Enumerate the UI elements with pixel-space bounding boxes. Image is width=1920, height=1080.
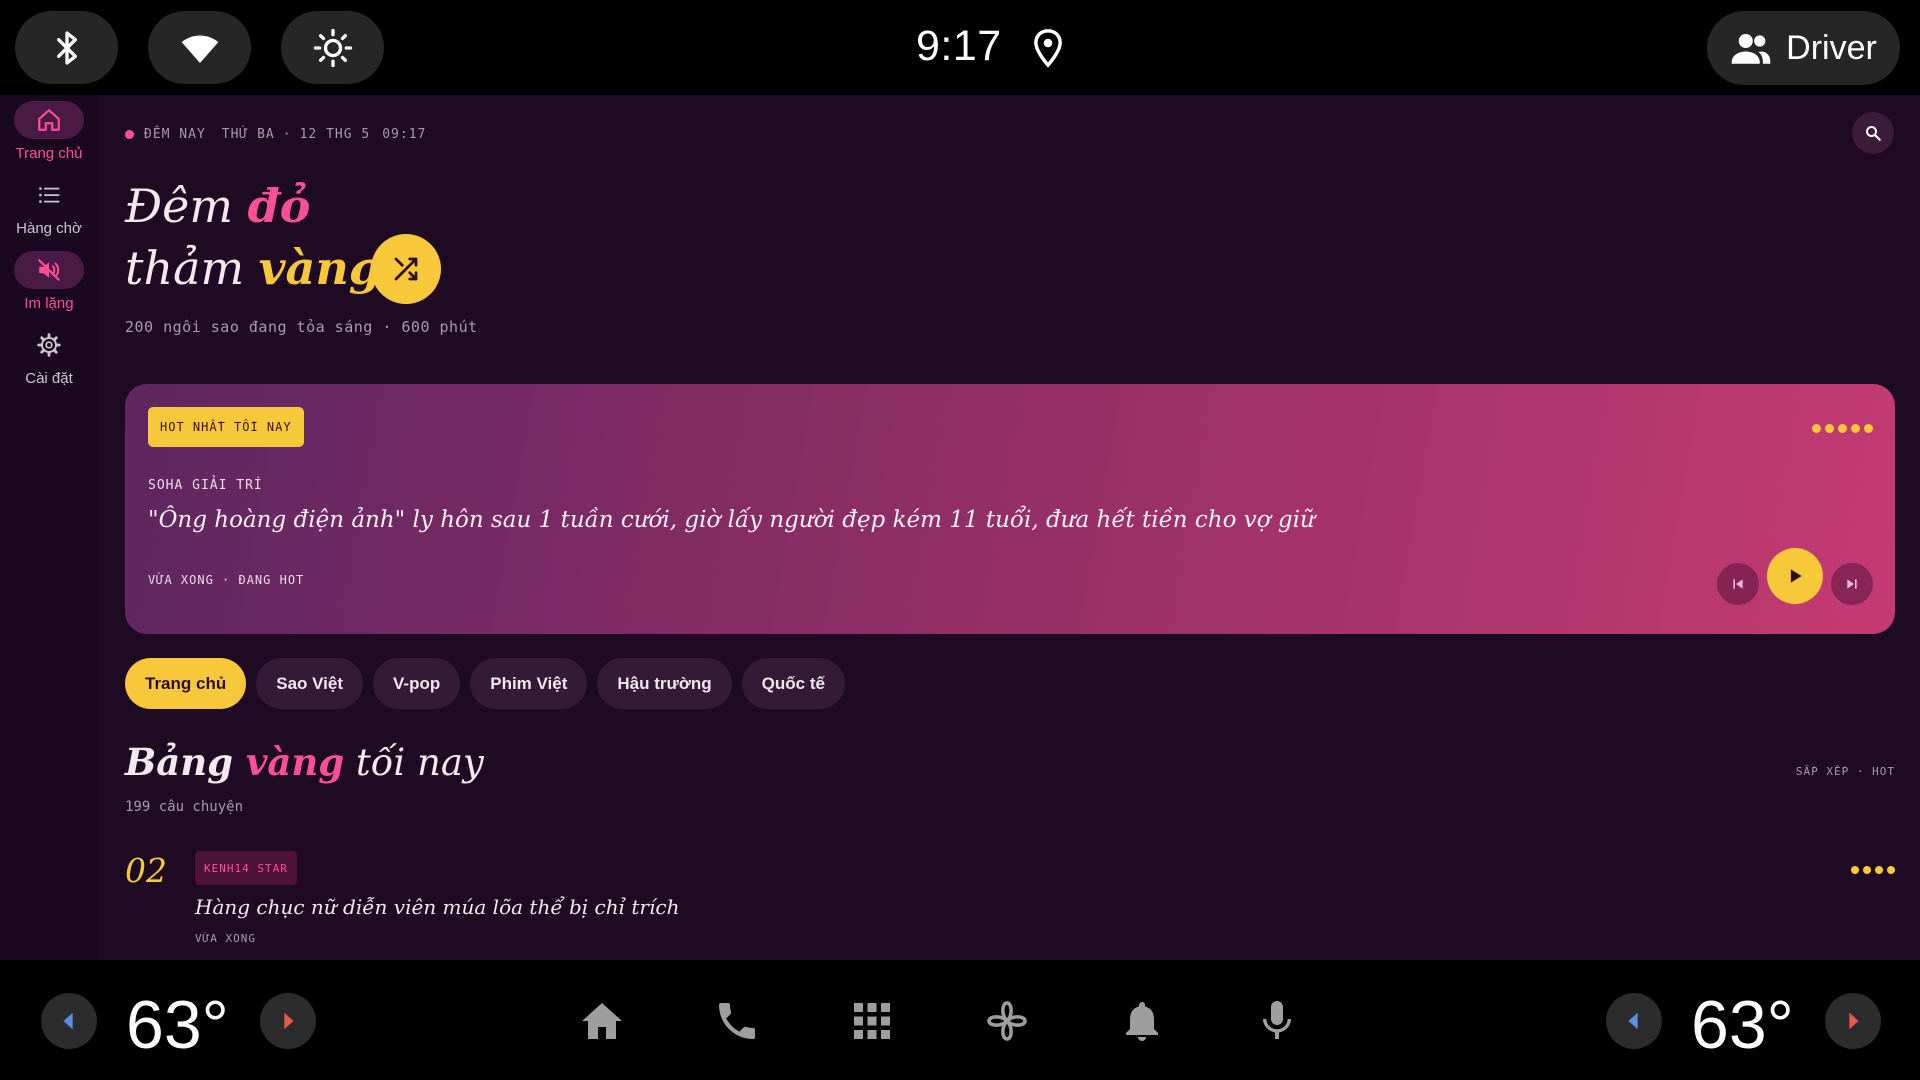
featured-story-card[interactable]: HOT NHẤT TỐI NAY SOHA GIẢI TRÍ "Ông hoàn…	[125, 384, 1895, 634]
list-item-title: Hàng chục nữ diễn viên múa lõa thể bị ch…	[195, 895, 680, 919]
dock-apps-button[interactable]	[844, 993, 900, 1049]
status-clock: 9:17	[916, 22, 1002, 70]
brightness-icon	[313, 28, 352, 67]
featured-meta: VỪA XONG · ĐANG HOT	[148, 573, 305, 587]
location-pin-icon	[1034, 29, 1062, 68]
date-line: ĐÊM NAY THỨ BA · 12 THG 5 09:17	[125, 127, 426, 142]
home-icon	[38, 109, 60, 131]
system-bottom-bar: 63° 63°	[0, 960, 1920, 1080]
hero-line2-b: vàng	[258, 241, 381, 295]
hero-line2-a: thảm	[125, 241, 259, 295]
right-temp-up-button[interactable]	[1825, 993, 1881, 1049]
hero-subtitle: 200 ngôi sao đang tỏa sáng · 600 phút	[125, 318, 478, 336]
right-temperature: 63°	[1691, 987, 1794, 1063]
mute-icon	[38, 259, 60, 281]
shuffle-icon	[394, 257, 418, 281]
hero-line1-a: Đêm	[125, 179, 248, 233]
chip-quoc-te[interactable]: Quốc tế	[741, 658, 845, 709]
left-temp-up-button[interactable]	[260, 993, 316, 1049]
hero-title: Đêm đỏ thảm vàng	[125, 175, 381, 299]
list-item[interactable]: 02 KENH14 STAR Hàng chục nữ diễn viên mú…	[125, 851, 1895, 951]
list-item-source: KENH14 STAR	[195, 851, 297, 885]
dock-fan-button[interactable]	[979, 993, 1035, 1049]
play-icon	[1790, 569, 1802, 583]
list-item-rank: 02	[125, 851, 167, 890]
nav-label-home: Trang chủ	[15, 145, 83, 162]
date-separator: ·	[282, 127, 292, 142]
media-app: Trang chủ Hàng chờ Im lặng Cài đặt ĐÊM N…	[0, 95, 1920, 960]
live-dot	[125, 130, 134, 139]
section-title-c: tối nay	[344, 741, 484, 784]
dock-phone-button[interactable]	[709, 993, 765, 1049]
chevron-right-icon	[284, 1012, 294, 1030]
live-label: ĐÊM NAY	[144, 127, 206, 142]
featured-headline: "Ông hoàng điện ảnh" ly hôn sau 1 tuần c…	[148, 507, 1315, 533]
skip-previous-button[interactable]	[1717, 563, 1759, 605]
chip-hau-truong[interactable]: Hậu trường	[597, 658, 732, 709]
status-bar: 9:17 Driver	[0, 0, 1920, 95]
dock-home-button[interactable]	[574, 993, 630, 1049]
brightness-button[interactable]	[281, 11, 384, 84]
date-label: 12 THG 5	[299, 127, 371, 142]
phone-icon	[719, 1003, 755, 1039]
chip-sao-viet[interactable]: Sao Việt	[256, 658, 364, 709]
dock-notifications-button[interactable]	[1114, 993, 1170, 1049]
section-title-a: Bảng	[125, 740, 246, 784]
search-icon	[1866, 126, 1881, 141]
skip-next-icon	[1847, 579, 1857, 589]
time-label: 09:17	[382, 127, 427, 142]
skip-previous-icon	[1733, 579, 1743, 589]
featured-badge: HOT NHẤT TỐI NAY	[148, 407, 304, 447]
nav-label-settings: Cài đặt	[25, 370, 73, 387]
nav-label-queue: Hàng chờ	[16, 220, 82, 237]
people-icon	[1731, 34, 1771, 64]
day-label: THỨ BA	[221, 127, 275, 142]
driver-label: Driver	[1786, 28, 1877, 67]
featured-rating-dots	[1812, 424, 1873, 433]
search-button[interactable]	[1852, 112, 1894, 154]
chevron-left-icon	[63, 1012, 73, 1030]
wifi-icon	[181, 35, 218, 63]
featured-source: SOHA GIẢI TRÍ	[148, 478, 263, 493]
fan-icon	[987, 1001, 1027, 1041]
main-content: ĐÊM NAY THỨ BA · 12 THG 5 09:17 Đêm đỏ t…	[125, 95, 1895, 960]
nav-label-mute: Im lặng	[24, 295, 74, 312]
right-temp-down-button[interactable]	[1606, 993, 1662, 1049]
play-button[interactable]	[1767, 548, 1823, 604]
shuffle-button[interactable]	[371, 234, 441, 304]
nav-item-home[interactable]: Trang chủ	[0, 101, 98, 162]
bell-icon	[1126, 1002, 1158, 1041]
section-title: Bảng vàng tối nay	[125, 740, 484, 784]
nav-rail: Trang chủ Hàng chờ Im lặng Cài đặt	[0, 95, 98, 960]
dock-voice-button[interactable]	[1249, 993, 1305, 1049]
chevron-left-icon	[1628, 1012, 1638, 1030]
queue-list-icon	[39, 187, 60, 203]
chip-trang-chu[interactable]: Trang chủ	[125, 658, 247, 709]
category-chips: Trang chủ Sao Việt V-pop Phim Việt Hậu t…	[125, 658, 845, 709]
chip-vpop[interactable]: V-pop	[373, 658, 461, 709]
bluetooth-button[interactable]	[15, 11, 118, 84]
home-icon	[582, 1003, 622, 1039]
hero-line1-b: đỏ	[247, 179, 311, 233]
section-title-b: vàng	[245, 740, 345, 784]
nav-item-queue[interactable]: Hàng chờ	[0, 176, 98, 237]
microphone-icon	[1263, 1001, 1291, 1039]
driver-profile-button[interactable]: Driver	[1707, 11, 1900, 85]
list-item-rating-dots	[1851, 866, 1895, 874]
settings-gear-icon	[37, 333, 61, 357]
wifi-button[interactable]	[148, 11, 251, 84]
story-count: 199 câu chuyện	[125, 799, 244, 815]
bluetooth-icon	[56, 30, 77, 65]
left-temp-down-button[interactable]	[41, 993, 97, 1049]
sort-control[interactable]: SẮP XẾP · HOT	[1796, 765, 1895, 778]
app-grid-icon	[854, 1003, 890, 1039]
nav-item-mute[interactable]: Im lặng	[0, 251, 98, 312]
list-item-meta: VỪA XONG	[195, 932, 256, 945]
left-temperature: 63°	[126, 987, 229, 1063]
nav-item-settings[interactable]: Cài đặt	[0, 326, 98, 387]
skip-next-button[interactable]	[1831, 563, 1873, 605]
chevron-right-icon	[1849, 1012, 1859, 1030]
chip-phim-viet[interactable]: Phim Việt	[470, 658, 588, 709]
